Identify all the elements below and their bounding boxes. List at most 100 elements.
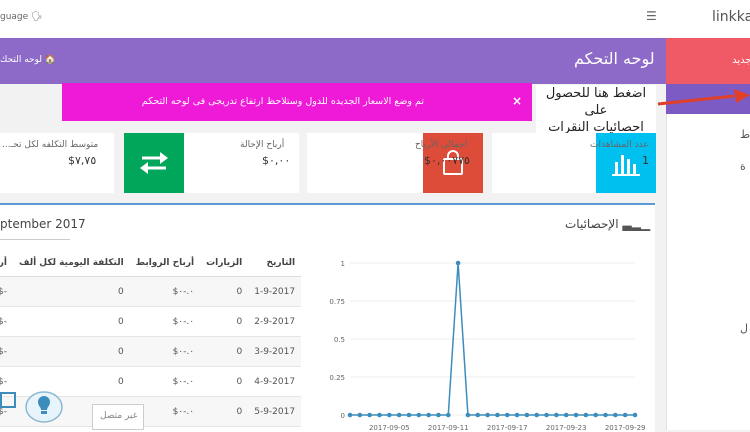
- data-point: [426, 412, 431, 418]
- callout-line-1: اضغط هنا للحصول على: [545, 86, 647, 118]
- exchange-arrows-icon: [124, 133, 184, 193]
- table-row: 1-9-2017 0 ٠.-٠$ 0 -$: [0, 276, 302, 307]
- cell: 0: [200, 366, 249, 397]
- clicks-line-chart: 0 0.25 0.5 0.75 1 2017-09-05 2017-09-11 2017-09…: [329, 260, 646, 430]
- data-point: [534, 412, 540, 418]
- data-point: [632, 412, 638, 418]
- statistics-title-text: الإحصائيات: [565, 217, 619, 231]
- cell: -$: [0, 306, 13, 337]
- data-point: [524, 412, 530, 418]
- data-point: [416, 412, 422, 418]
- chat-status-widget[interactable]: غير متصل: [92, 404, 144, 430]
- data-point: [613, 412, 618, 418]
- data-point: [504, 412, 510, 418]
- cell: 4-9-2017: [248, 366, 302, 397]
- brand-logo[interactable]: linkkaw: [712, 9, 750, 25]
- sidebar-item-1[interactable]: ط: [740, 128, 750, 141]
- data-point: [445, 412, 451, 418]
- widget-corner-icon[interactable]: [0, 392, 16, 408]
- average-cost-label: متوسط التكلفه لكل تحـ...: [2, 140, 99, 150]
- sidebar-item-3[interactable]: ل: [740, 322, 748, 335]
- bar-chart-small-icon: ▁▂▃: [622, 217, 651, 231]
- language-selector[interactable]: guage 🗣: [0, 12, 42, 22]
- x-tick-label: 2017-09-23: [546, 424, 587, 430]
- menu-toggle-icon[interactable]: ☰: [646, 9, 657, 23]
- cell: 2-9-2017: [248, 306, 302, 337]
- cell: ٠.-٠$: [129, 276, 201, 307]
- x-tick-label: 2017-09-29: [605, 424, 646, 430]
- cell: ٠.-٠$: [129, 306, 201, 337]
- cell: 0: [200, 336, 249, 367]
- month-selector[interactable]: ptember 2017: [0, 217, 86, 231]
- y-tick-label: 0: [341, 412, 345, 420]
- data-point: [347, 412, 353, 418]
- top-navbar: [0, 0, 750, 39]
- views-label: عدد المشاهدات: [590, 140, 649, 150]
- alert-message: تم وضع الاسعار الجديده للدول وستلاحظ ارت…: [141, 96, 424, 107]
- referral-value: ٠,٠٠$: [262, 154, 291, 167]
- data-point: [436, 412, 441, 418]
- data-point: [455, 260, 461, 266]
- cell: -$: [0, 276, 13, 307]
- data-point: [465, 412, 471, 418]
- callout-annotation: اضغط هنا للحصول على احصائيات النقرات: [536, 85, 656, 136]
- views-value: 1: [642, 154, 649, 167]
- data-point: [387, 412, 392, 418]
- new-link-button[interactable]: ط جديد: [666, 38, 750, 84]
- red-arrow-icon: [657, 89, 750, 106]
- data-point: [396, 412, 402, 418]
- referral-label: أرباح الإحالة: [240, 140, 285, 150]
- new-link-label: ط جديد: [732, 55, 750, 66]
- earnings-value: ٠,٠٠٧٧٥$: [424, 154, 470, 167]
- col-link-earnings: أرباح الروابط: [129, 250, 201, 277]
- col-visits: الزيارات: [200, 250, 249, 277]
- table-row: 3-9-2017 0 ٠.-٠$ 0 -$: [0, 336, 302, 367]
- statistics-title: ▁▂▃ الإحصائيات: [565, 217, 650, 231]
- data-point: [485, 412, 490, 418]
- cell: 0: [200, 276, 249, 307]
- sidebar-item-2[interactable]: ة: [740, 160, 746, 173]
- chat-status-label: غير متصل: [100, 411, 138, 421]
- cell: 5-9-2017: [248, 396, 302, 427]
- alert-close-button[interactable]: ×: [512, 94, 522, 108]
- data-point: [603, 412, 608, 418]
- data-point: [563, 412, 569, 418]
- cell: 0: [12, 276, 130, 307]
- divider: [0, 239, 70, 240]
- data-point: [475, 412, 481, 418]
- y-tick-label: 1: [341, 260, 345, 268]
- cell: ٠.-٠$: [129, 366, 201, 397]
- cell: 0: [200, 306, 249, 337]
- data-point: [573, 412, 579, 418]
- data-point: [406, 412, 412, 418]
- col-date: التاريخ: [248, 250, 302, 277]
- cell: 1-9-2017: [248, 276, 302, 307]
- cell: ٠.-٠$: [129, 336, 201, 367]
- data-point: [583, 412, 589, 418]
- y-tick-label: 0.75: [329, 298, 345, 306]
- x-tick-label: 2017-09-17: [487, 424, 528, 430]
- table-header-row: التاريخ الزيارات أرباح الروابط التكلفة ا…: [0, 250, 302, 277]
- cell: 3-9-2017: [248, 336, 302, 367]
- data-point: [593, 412, 598, 418]
- cell: 0: [12, 336, 130, 367]
- data-point: [367, 412, 372, 418]
- y-tick-label: 0.5: [334, 336, 345, 344]
- page-header: [0, 38, 666, 84]
- data-point: [495, 412, 500, 418]
- cell: 0: [200, 396, 249, 427]
- data-point: [357, 412, 363, 418]
- x-tick-label: 2017-09-11: [428, 424, 469, 430]
- breadcrumb[interactable]: 🏠 لوحه التحك: [0, 55, 56, 65]
- data-point: [514, 412, 520, 418]
- data-point: [554, 412, 559, 418]
- data-point: [377, 412, 382, 418]
- average-cost-value: ٧,٧٥$: [68, 154, 97, 167]
- table-row: 2-9-2017 0 ٠.-٠$ 0 -$: [0, 306, 302, 337]
- page-title: لوحه التحكم: [574, 49, 655, 68]
- col-daily-cpm: التكلفة اليومية لكل ألف: [12, 250, 130, 277]
- lightbulb-widget-icon[interactable]: [24, 390, 64, 428]
- x-tick-label: 2017-09-05: [369, 424, 410, 430]
- earnings-label: اجمالى الأرباح: [415, 140, 468, 150]
- data-point: [622, 412, 628, 418]
